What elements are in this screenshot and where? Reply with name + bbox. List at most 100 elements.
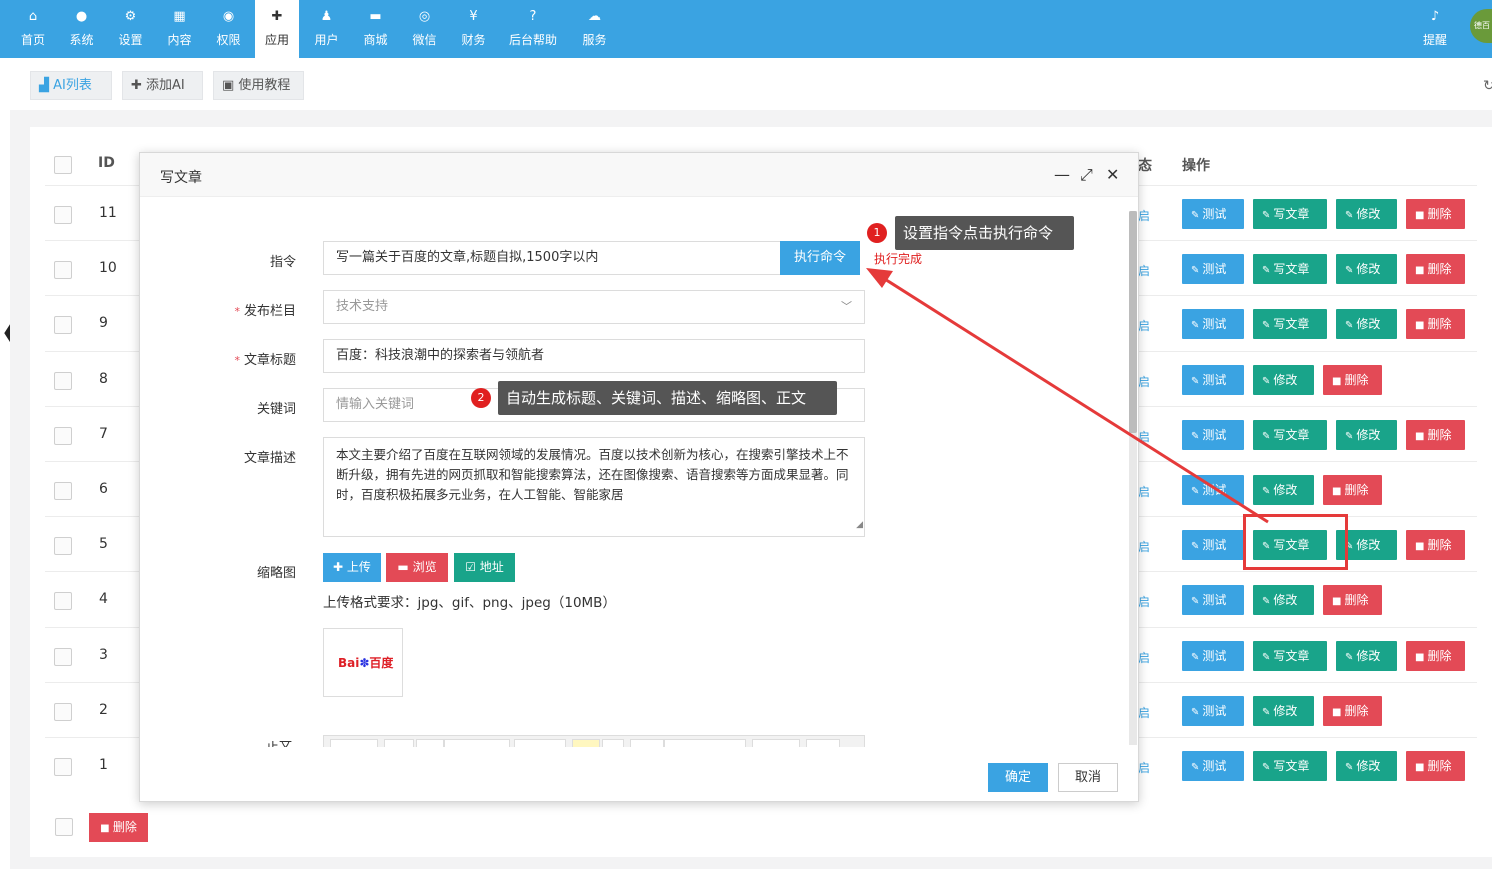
edit-button[interactable]: ✎ 修改: [1253, 365, 1314, 395]
edit-button[interactable]: ✎ 修改: [1336, 309, 1397, 339]
nav-item-6[interactable]: ✚ 应用: [255, 0, 299, 58]
nav-item-5[interactable]: ◉ 权限: [204, 0, 253, 58]
minimize-icon[interactable]: —: [1054, 165, 1070, 184]
test-button[interactable]: ✎ 测试: [1182, 420, 1244, 450]
delete-button[interactable]: ■ 删除: [1406, 199, 1465, 229]
nav-item-9[interactable]: ◎ 微信: [400, 0, 449, 58]
edit-button[interactable]: ✎ 修改: [1336, 254, 1397, 284]
row-checkbox[interactable]: [54, 703, 72, 721]
bulk-checkbox[interactable]: [55, 818, 73, 836]
cancel-button[interactable]: 取消: [1058, 763, 1118, 792]
delete-button[interactable]: ■ 删除: [1406, 751, 1465, 781]
editor-tool[interactable]: [416, 739, 444, 747]
maximize-icon[interactable]: ⤢: [1080, 165, 1093, 185]
nav-item-1[interactable]: ⌂ 首页: [10, 0, 56, 58]
editor-tool[interactable]: [572, 739, 600, 747]
upload-button[interactable]: ✚ 上传: [323, 553, 381, 582]
edit-button[interactable]: ✎ 修改: [1336, 199, 1397, 229]
bulk-delete-button[interactable]: ■ 删除: [89, 813, 148, 842]
test-button[interactable]: ✎ 测试: [1182, 475, 1244, 505]
nav-item-label: 服务: [582, 33, 607, 47]
row-checkbox[interactable]: [54, 482, 72, 500]
test-button[interactable]: ✎ 测试: [1182, 696, 1244, 726]
row-checkbox[interactable]: [54, 537, 72, 555]
edit-button[interactable]: ✎ 修改: [1253, 585, 1314, 615]
nav-item-3[interactable]: ⚙ 设置: [106, 0, 155, 58]
thumbnail-preview[interactable]: Bai✽百度: [323, 628, 403, 697]
editor-tool[interactable]: [384, 739, 414, 747]
write-article-button[interactable]: ✎ 写文章: [1253, 254, 1327, 284]
browse-button[interactable]: ▬ 浏览: [386, 553, 448, 582]
delete-button[interactable]: ■ 删除: [1406, 641, 1465, 671]
delete-button[interactable]: ■ 删除: [1406, 420, 1465, 450]
edit-button[interactable]: ✎ 修改: [1336, 751, 1397, 781]
description-textarea[interactable]: 本文主要介绍了百度在互联网领域的发展情况。百度以技术创新为核心，在搜索引擎技术上…: [323, 437, 865, 537]
edit-button[interactable]: ✎ 修改: [1253, 475, 1314, 505]
nav-item-10[interactable]: ¥ 财务: [449, 0, 498, 58]
row-checkbox[interactable]: [54, 592, 72, 610]
nav-item-7[interactable]: ♟ 用户: [302, 0, 351, 58]
editor-tool[interactable]: [444, 739, 510, 747]
editor-tool[interactable]: [664, 739, 746, 747]
row-checkbox[interactable]: [54, 648, 72, 666]
tab-tutorial[interactable]: ▣ 使用教程: [213, 71, 304, 100]
delete-button[interactable]: ■ 删除: [1406, 530, 1465, 560]
test-button[interactable]: ✎ 测试: [1182, 365, 1244, 395]
nav-item-2[interactable]: ● 系统: [57, 0, 106, 58]
test-button[interactable]: ✎ 测试: [1182, 751, 1244, 781]
write-article-button[interactable]: ✎ 写文章: [1253, 751, 1327, 781]
delete-button[interactable]: ■ 删除: [1323, 475, 1382, 505]
tab-ai-list[interactable]: ▟ AI列表: [30, 71, 112, 100]
nav-item-12[interactable]: ☁ 服务: [570, 0, 619, 58]
edit-icon: ✎: [1191, 431, 1200, 442]
tab-add-ai[interactable]: ✚ 添加AI: [122, 71, 203, 100]
test-button[interactable]: ✎ 测试: [1182, 309, 1244, 339]
row-checkbox[interactable]: [54, 372, 72, 390]
test-button[interactable]: ✎ 测试: [1182, 585, 1244, 615]
editor-tool[interactable]: [630, 739, 664, 747]
edit-icon: ✎: [1262, 210, 1271, 221]
editor-tool[interactable]: [514, 739, 566, 747]
chevron-left-icon[interactable]: ❮: [0, 310, 10, 354]
test-button[interactable]: ✎ 测试: [1182, 254, 1244, 284]
url-button[interactable]: ☑ 地址: [454, 553, 515, 582]
column-select[interactable]: 技术支持 ﹀: [323, 290, 865, 324]
modal-scrollbar-thumb[interactable]: [1129, 211, 1137, 433]
test-button[interactable]: ✎ 测试: [1182, 641, 1244, 671]
edit-button[interactable]: ✎ 修改: [1336, 420, 1397, 450]
write-article-button[interactable]: ✎ 写文章: [1253, 199, 1327, 229]
row-checkbox[interactable]: [54, 316, 72, 334]
nav-item-8[interactable]: ▬ 商城: [351, 0, 400, 58]
write-article-button[interactable]: ✎ 写文章: [1253, 309, 1327, 339]
delete-button[interactable]: ■ 删除: [1406, 309, 1465, 339]
nav-item-11[interactable]: ? 后台帮助: [505, 0, 561, 58]
select-all-checkbox[interactable]: [54, 156, 72, 174]
delete-button[interactable]: ■ 删除: [1406, 254, 1465, 284]
edit-button[interactable]: ✎ 修改: [1336, 641, 1397, 671]
write-article-button[interactable]: ✎ 写文章: [1253, 420, 1327, 450]
editor-tool[interactable]: [602, 739, 624, 747]
close-icon[interactable]: ✕: [1106, 165, 1119, 184]
edit-button[interactable]: ✎ 修改: [1253, 696, 1314, 726]
resize-handle-icon[interactable]: ◢: [856, 515, 863, 535]
refresh-icon[interactable]: ↻: [1483, 78, 1492, 94]
delete-button[interactable]: ■ 删除: [1323, 696, 1382, 726]
editor-tool[interactable]: [806, 739, 840, 747]
row-checkbox[interactable]: [54, 206, 72, 224]
test-button[interactable]: ✎ 测试: [1182, 199, 1244, 229]
editor-tool[interactable]: [330, 739, 378, 747]
article-title-input[interactable]: 百度：科技浪潮中的探索者与领航者: [323, 339, 865, 373]
delete-button[interactable]: ■ 删除: [1323, 585, 1382, 615]
row-checkbox[interactable]: [54, 758, 72, 776]
ok-button[interactable]: 确定: [988, 763, 1048, 792]
nav-item-4[interactable]: ▦ 内容: [155, 0, 204, 58]
nav-alert[interactable]: ♪ 提醒: [1410, 0, 1460, 58]
instruction-input[interactable]: 写一篇关于百度的文章,标题自拟,1500字以内: [323, 241, 781, 275]
row-checkbox[interactable]: [54, 427, 72, 445]
row-checkbox[interactable]: [54, 261, 72, 279]
delete-button[interactable]: ■ 删除: [1323, 365, 1382, 395]
execute-command-button[interactable]: 执行命令: [780, 241, 860, 275]
editor-tool[interactable]: [752, 739, 800, 747]
test-button[interactable]: ✎ 测试: [1182, 530, 1244, 560]
write-article-button[interactable]: ✎ 写文章: [1253, 641, 1327, 671]
